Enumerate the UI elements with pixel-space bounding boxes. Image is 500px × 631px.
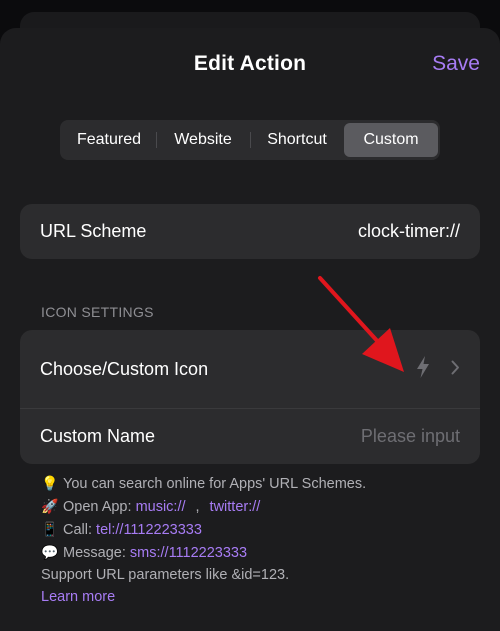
twitter-scheme-link[interactable]: twitter:// bbox=[210, 499, 261, 515]
music-scheme-link[interactable]: music:// bbox=[136, 499, 186, 515]
rocket-icon: 🚀 bbox=[41, 498, 59, 514]
help-line-search: 💡 You can search online for Apps' URL Sch… bbox=[41, 472, 366, 495]
help-line-open-app: 🚀 Open App: music://, twitter:// bbox=[41, 495, 366, 518]
lightbulb-icon: 💡 bbox=[41, 475, 59, 491]
call-prefix: Call: bbox=[63, 522, 93, 538]
url-scheme-row[interactable]: URL Scheme clock-timer:// bbox=[20, 204, 480, 259]
icon-settings-header: ICON SETTINGS bbox=[41, 304, 154, 320]
custom-name-input[interactable]: Please input bbox=[361, 426, 460, 447]
custom-name-label: Custom Name bbox=[40, 426, 156, 446]
save-button[interactable]: Save bbox=[432, 52, 480, 76]
segment-website[interactable]: Website bbox=[156, 123, 250, 157]
phone-icon: 📱 bbox=[41, 521, 59, 537]
page-title: Edit Action bbox=[193, 52, 307, 75]
icon-settings-card: Choose/Custom Icon Custom Name Please in… bbox=[20, 330, 480, 464]
action-type-segmented-control: Featured Website Shortcut Custom bbox=[60, 120, 440, 160]
tel-scheme-link[interactable]: tel://1112223333 bbox=[96, 522, 202, 538]
choose-icon-label: Choose/Custom Icon bbox=[40, 358, 209, 379]
speech-bubble-icon: 💬 bbox=[41, 544, 59, 560]
url-scheme-value[interactable]: clock-timer:// bbox=[358, 221, 460, 242]
help-line-call: 📱 Call: tel://1112223333 bbox=[41, 518, 366, 541]
segment-featured[interactable]: Featured bbox=[62, 123, 156, 157]
help-search-text: You can search online for Apps' URL Sche… bbox=[63, 476, 367, 492]
url-scheme-card: URL Scheme clock-timer:// bbox=[20, 204, 480, 259]
sms-scheme-link[interactable]: sms://1112223333 bbox=[130, 545, 247, 561]
open-app-prefix: Open App: bbox=[63, 499, 132, 515]
lightning-bolt-icon bbox=[415, 355, 431, 384]
custom-name-row[interactable]: Custom Name Please input bbox=[20, 408, 480, 464]
segment-custom[interactable]: Custom bbox=[344, 123, 438, 157]
choose-icon-row[interactable]: Choose/Custom Icon bbox=[20, 330, 480, 408]
learn-more-link[interactable]: Learn more bbox=[41, 586, 366, 608]
url-scheme-label: URL Scheme bbox=[40, 221, 147, 241]
segment-shortcut[interactable]: Shortcut bbox=[250, 123, 344, 157]
help-notes: 💡 You can search online for Apps' URL Sch… bbox=[41, 472, 366, 608]
comma-separator: , bbox=[195, 499, 200, 515]
help-line-params: Support URL parameters like &id=123. bbox=[41, 567, 290, 583]
message-prefix: Message: bbox=[63, 545, 126, 561]
chevron-right-icon bbox=[451, 359, 460, 380]
help-line-message: 💬 Message: sms://1112223333 bbox=[41, 541, 366, 564]
